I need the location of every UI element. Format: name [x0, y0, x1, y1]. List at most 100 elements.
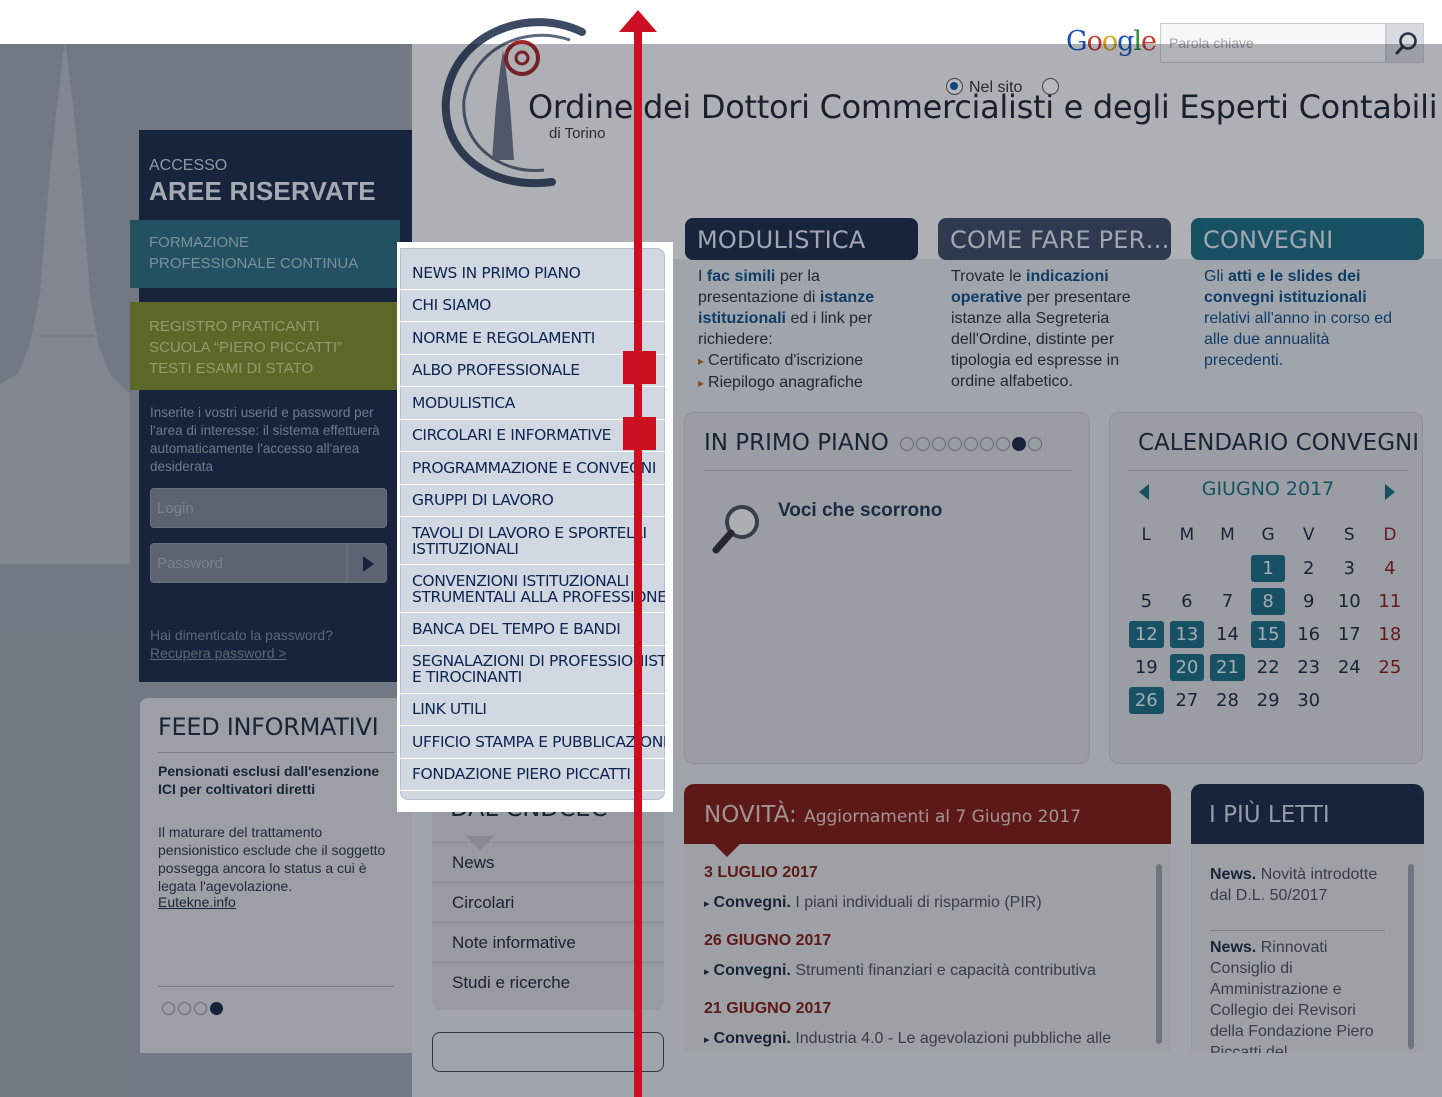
calendar-next-icon[interactable] [1385, 484, 1395, 500]
calendar-event-day[interactable]: 13 [1169, 621, 1205, 648]
novita-item-1[interactable]: Convegni. I piani individuali di risparm… [704, 894, 1130, 912]
nav-menu-item[interactable]: CHI SIAMO [400, 290, 665, 322]
piu-letti-item-2[interactable]: News. Rinnovati Consiglio di Amministraz… [1210, 937, 1388, 1053]
site-subtitle: di Torino [549, 125, 606, 142]
calendar-event-day[interactable]: 20 [1169, 654, 1205, 681]
nav-menu-item-label: TAVOLI DI LAVORO E SPORTELLI ISTITUZIONAL… [412, 525, 647, 557]
calendar-event-day[interactable]: 15 [1250, 621, 1286, 648]
calendar-day: 22 [1256, 657, 1280, 678]
nav-menu-item-line: TAVOLI DI LAVORO E SPORTELLI [412, 523, 647, 542]
nav-menu-item-line: ISTITUZIONALI [412, 539, 519, 558]
radio-nel-sito[interactable] [946, 78, 963, 95]
calendar-event-day[interactable]: 26 [1129, 687, 1164, 714]
primo-piano-pager[interactable] [900, 437, 1042, 451]
modulistica-bullet-2[interactable]: Riepilogo anagrafiche [698, 372, 918, 394]
nav-menu-item[interactable]: GRUPPI DI LAVORO [400, 485, 665, 517]
dal-cndcec-news[interactable]: News [432, 842, 664, 882]
formazione-button[interactable]: FORMAZIONE PROFESSIONALE CONTINUA [130, 220, 400, 288]
novita-item-2[interactable]: Convegni. Strumenti finanziari e capacit… [704, 962, 1130, 980]
password-input[interactable]: Password [150, 543, 347, 583]
registro-line-3: TESTI ESAMI DI STATO [149, 360, 314, 377]
login-input[interactable]: Login [150, 488, 387, 528]
come-fare-tile-header[interactable]: COME FARE PER… [938, 218, 1171, 260]
nav-menu-item[interactable]: BANCA DEL TEMPO E BANDI [400, 613, 665, 646]
novita-date-2: 26 GIUGNO 2017 [704, 932, 832, 949]
nav-menu-item-label: GRUPPI DI LAVORO [412, 491, 554, 510]
registro-praticanti-button[interactable]: REGISTRO PRATICANTI SCUOLA “PIERO PICCAT… [130, 302, 400, 390]
nav-menu-item-label: ALBO PROFESSIONALE [412, 361, 580, 380]
search-icon [1395, 32, 1417, 55]
calendar-day: 30 [1297, 690, 1321, 711]
nav-menu-item[interactable]: MODULISTICA [400, 387, 665, 420]
convegni-tile-header[interactable]: CONVEGNI [1191, 218, 1424, 260]
novita-item-1-cat: Convegni. [713, 894, 791, 911]
nav-menu-item[interactable]: UFFICIO STAMPA E PUBBLICAZIONI [400, 726, 665, 759]
nav-menu-item[interactable]: CONVENZIONI ISTITUZIONALI E STRUMENTALI A… [400, 565, 665, 613]
registro-line-2: SCUOLA “PIERO PICCATTI” [149, 339, 343, 356]
nav-menu-item[interactable]: LINK UTILI [400, 694, 665, 726]
nav-menu-item[interactable]: PROGRAMMAZIONE E CONVEGNI [400, 452, 665, 485]
nav-menu-item[interactable]: NORME E REGOLAMENTI [400, 322, 665, 355]
calendar-weekday: V [1302, 525, 1315, 545]
dal-cndcec-note[interactable]: Note informative [432, 922, 664, 962]
calendar-event-day[interactable]: 1 [1250, 555, 1286, 582]
feed-headline[interactable]: Pensionati esclusi dall'esenzione ICI pe… [158, 762, 398, 798]
pager-dot[interactable] [162, 1002, 175, 1015]
calendar-event-day[interactable]: 8 [1250, 588, 1286, 615]
formazione-line-2: PROFESSIONALE CONTINUA [149, 255, 359, 272]
pager-dot[interactable] [948, 437, 962, 451]
modulistica-tile-header[interactable]: MODULISTICA [685, 218, 918, 260]
calendar-day: 4 [1384, 558, 1396, 579]
login-submit-button[interactable] [347, 543, 387, 583]
dal-cndcec-studi[interactable]: Studi e ricerche [432, 962, 664, 1002]
piu-letti-item-2-cat: News. [1210, 939, 1257, 956]
pager-dot[interactable] [178, 1002, 191, 1015]
calendar-event-day[interactable]: 12 [1129, 621, 1164, 648]
pager-dot[interactable] [996, 437, 1010, 451]
feed-divider [158, 752, 394, 753]
calendar-month: GIUGNO 2017 [1201, 478, 1335, 500]
piu-letti-item-1[interactable]: News. Novità introdotte dal D.L. 50/2017 [1210, 864, 1388, 906]
novita-scrollbar[interactable] [1156, 864, 1162, 1044]
primo-piano-voci[interactable]: Voci che scorrono [778, 500, 942, 522]
nav-menu-item-line: E TIROCINANTI [412, 668, 522, 686]
feed-source-link[interactable]: Eutekne.info [158, 894, 236, 910]
novita-item-3[interactable]: Convegni. Industria 4.0 - Le agevolazion… [704, 1030, 1130, 1048]
pager-dot[interactable] [916, 437, 930, 451]
play-arrow-icon [363, 556, 374, 572]
novita-pointer [714, 844, 740, 857]
dal-cndcec-circolari[interactable]: Circolari [432, 882, 664, 922]
piu-letti-scrollbar[interactable] [1408, 864, 1414, 1049]
search-input[interactable] [1160, 23, 1386, 63]
calendar-weekday: M [1220, 525, 1235, 545]
calendar-day: 23 [1297, 657, 1321, 678]
calendar-event-day[interactable]: 21 [1210, 654, 1245, 681]
nav-menu-item[interactable]: NEWS IN PRIMO PIANO [400, 257, 665, 290]
nav-menu-item[interactable]: SEGNALAZIONI DI PROFESSIONISTI E TIROCINA… [400, 646, 665, 694]
pager-dot[interactable] [932, 437, 946, 451]
reserved-kicker: ACCESSO [149, 157, 228, 174]
come-fare-tile-text: Trovate le indicazioni operative per pre… [951, 268, 1131, 390]
search-button[interactable] [1386, 23, 1424, 63]
calendar-day: 24 [1337, 657, 1361, 678]
nav-menu-item-label: CHI SIAMO [412, 296, 491, 315]
pager-dot[interactable] [964, 437, 978, 451]
feed-pager[interactable] [162, 1002, 223, 1015]
nav-menu-item[interactable]: FONDAZIONE PIERO PICCATTI [400, 759, 665, 791]
dal-cndcec-next-box [432, 1032, 664, 1072]
pager-dot[interactable] [194, 1002, 207, 1015]
calendar-empty-cell [1207, 555, 1248, 582]
calendar-day: 9 [1302, 591, 1315, 612]
pager-dot[interactable] [210, 1002, 223, 1015]
recover-password-link[interactable]: Recupera password > [150, 645, 287, 661]
calendar-day: 14 [1216, 624, 1239, 645]
radio-google[interactable] [1042, 78, 1059, 95]
pager-dot[interactable] [980, 437, 994, 451]
nav-menu-item[interactable]: TAVOLI DI LAVORO E SPORTELLI ISTITUZIONAL… [400, 517, 665, 565]
primo-piano-divider [704, 470, 1072, 471]
nav-menu-item-label: SEGNALAZIONI DI PROFESSIONISTI E TIROCINA… [412, 653, 665, 685]
pager-dot[interactable] [1028, 437, 1042, 451]
pager-dot[interactable] [900, 437, 914, 451]
pager-dot[interactable] [1012, 437, 1026, 451]
modulistica-bullet-1[interactable]: Certificato d'iscrizione [698, 350, 918, 372]
